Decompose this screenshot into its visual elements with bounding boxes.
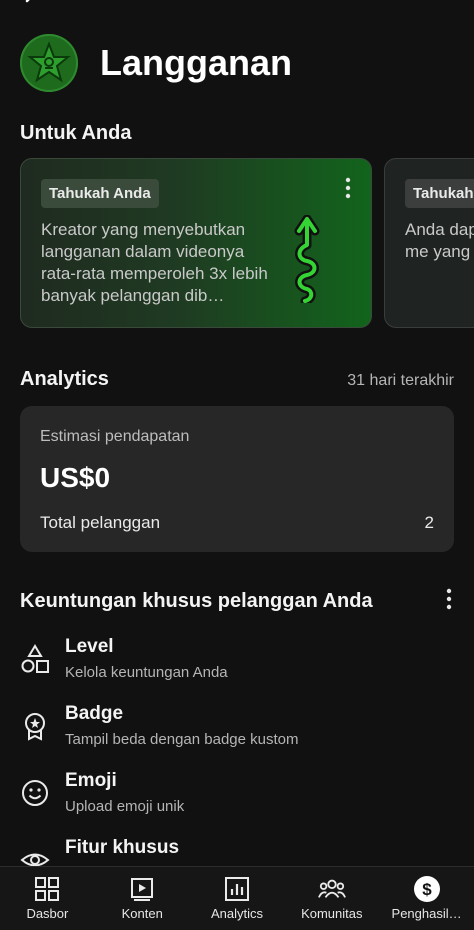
nav-content[interactable]: Konten xyxy=(95,867,190,930)
snake-illustration-icon xyxy=(287,214,327,308)
community-icon xyxy=(317,875,346,903)
shapes-icon xyxy=(20,644,50,674)
perk-name: Badge xyxy=(65,703,124,724)
tip-text: Anda dap Shorts kh untuk me yang ring xyxy=(405,220,474,261)
emoji-icon xyxy=(20,778,50,808)
back-button[interactable] xyxy=(18,0,46,8)
perk-desc: Kelola keuntungan Anda xyxy=(65,664,228,681)
nav-analytics[interactable]: Analytics xyxy=(190,867,285,930)
nav-label: Penghasil… xyxy=(391,906,462,921)
analytics-title: Analytics xyxy=(20,368,109,390)
content-icon xyxy=(128,875,156,903)
revenue-label: Estimasi pendapatan xyxy=(40,428,190,445)
tip-card[interactable]: Tahukah Anda Kreator yang menyebutkan la… xyxy=(20,158,372,328)
nav-label: Konten xyxy=(121,906,163,921)
perks-header: Keuntungan khusus pelanggan Anda xyxy=(20,588,454,615)
more-options-icon[interactable] xyxy=(343,177,353,199)
tip-chip: Tahukah Anda xyxy=(41,179,159,208)
date-range: 31 hari terakhir xyxy=(347,372,454,389)
nav-community[interactable]: Komunitas xyxy=(284,867,379,930)
page-header: Langganan xyxy=(20,34,292,92)
tips-carousel[interactable]: Tahukah Anda Kreator yang menyebutkan la… xyxy=(20,158,474,328)
tip-card[interactable]: Tahukah A Anda dap Shorts kh untuk me ya… xyxy=(384,158,474,328)
perk-name: Emoji xyxy=(65,770,117,791)
perk-item-badge[interactable]: Badge Tampil beda dengan badge kustom xyxy=(20,703,454,763)
tip-chip: Tahukah A xyxy=(405,179,474,208)
tip-text: Kreator yang menyebutkan langganan dalam… xyxy=(41,220,268,305)
svg-text:$: $ xyxy=(422,880,432,899)
analytics-card[interactable]: Estimasi pendapatan US$0 Total pelanggan… xyxy=(20,406,454,552)
perk-name: Fitur khusus xyxy=(65,837,180,858)
analytics-header: Analytics 31 hari terakhir xyxy=(20,368,454,391)
subscribers-value: 2 xyxy=(424,513,434,532)
page-title: Langganan xyxy=(100,42,293,83)
perk-desc: Upload emoji unik xyxy=(65,798,185,815)
nav-label: Analytics xyxy=(210,906,263,921)
perk-name: Level xyxy=(65,636,114,657)
earn-icon: $ xyxy=(413,875,441,903)
subscribers-label: Total pelanggan xyxy=(40,513,161,532)
perks-title: Keuntungan khusus pelanggan Anda xyxy=(20,590,373,612)
star-badge-icon xyxy=(20,34,78,92)
perk-desc: Tampil beda dengan badge kustom xyxy=(65,731,299,748)
more-options-icon[interactable] xyxy=(444,588,454,615)
analytics-icon xyxy=(223,875,251,903)
for-you-title: Untuk Anda xyxy=(20,122,132,144)
nav-label: Dasbor xyxy=(26,906,69,921)
nav-label: Komunitas xyxy=(301,906,363,921)
badge-icon xyxy=(20,711,50,741)
perk-item-emoji[interactable]: Emoji Upload emoji unik xyxy=(20,770,454,830)
nav-dashboard[interactable]: Dasbor xyxy=(0,867,95,930)
back-arrow-icon xyxy=(25,0,30,3)
revenue-value: US$0 xyxy=(40,462,111,493)
perk-item-level[interactable]: Level Kelola keuntungan Anda xyxy=(20,636,454,696)
nav-earn[interactable]: $ Penghasil… xyxy=(379,867,474,930)
dashboard-icon xyxy=(33,875,61,903)
bottom-navigation: Dasbor Konten Analytics Komunitas $ Peng… xyxy=(0,866,474,930)
